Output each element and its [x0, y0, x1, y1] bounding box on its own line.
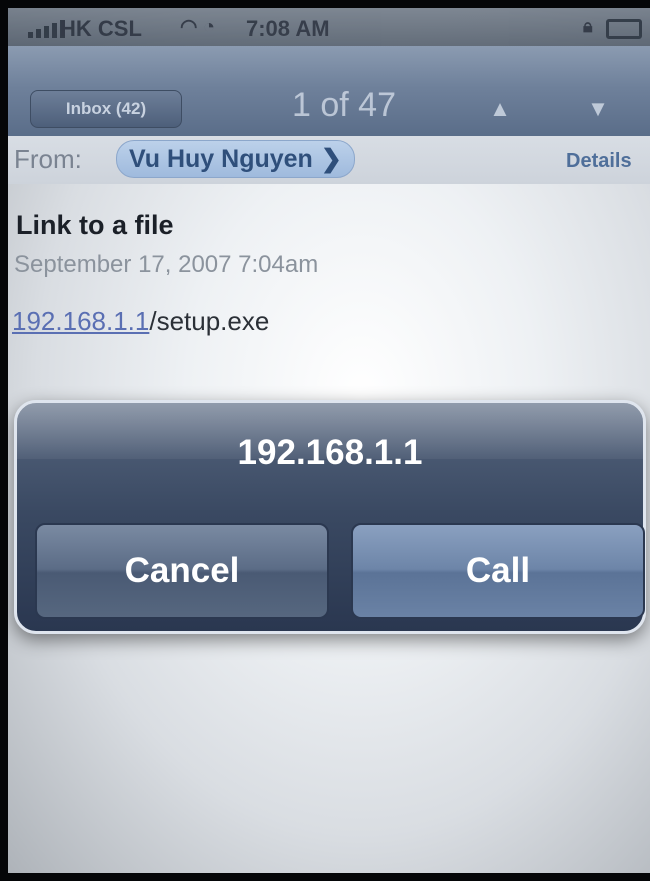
- battery-icon: [606, 19, 642, 39]
- message-body: 192.168.1.1/setup.exe: [12, 306, 269, 337]
- chevron-up-icon[interactable]: ▲: [478, 92, 522, 126]
- call-alert-dialog: 192.168.1.1 Cancel Call: [14, 400, 646, 634]
- iphone-screen: HK CSL ◠ ◔ 7:08 AM 🔒︎ Inbox (42) 1 of 47…: [8, 8, 650, 873]
- chevron-down-icon[interactable]: ▼: [576, 92, 620, 126]
- navigation-bar: Inbox (42) 1 of 47 ▲ ▼: [8, 46, 650, 137]
- ip-link[interactable]: 192.168.1.1: [12, 306, 149, 336]
- message-counter: 1 of 47: [292, 86, 396, 124]
- from-row: From: Vu Huy Nguyen ❯ Details: [8, 136, 650, 184]
- from-label: From:: [14, 144, 82, 174]
- status-time: 7:08 AM: [246, 16, 330, 41]
- sender-name: Vu Huy Nguyen: [129, 144, 313, 173]
- link-suffix: /setup.exe: [149, 306, 270, 336]
- message-date: September 17, 2007 7:04am: [14, 251, 319, 278]
- inbox-back-button[interactable]: Inbox (42): [30, 90, 182, 128]
- lock-icon: 🔒︎: [583, 16, 593, 36]
- alert-title: 192.168.1.1: [237, 433, 423, 472]
- wifi-icon: ◠ ◔: [180, 16, 216, 38]
- call-button[interactable]: Call: [351, 523, 645, 619]
- sender-chip[interactable]: Vu Huy Nguyen ❯: [116, 140, 355, 178]
- message-subject: Link to a file: [16, 210, 174, 240]
- details-button[interactable]: Details: [566, 150, 632, 173]
- status-bar: HK CSL ◠ ◔ 7:08 AM 🔒︎: [8, 8, 650, 46]
- carrier-name: HK CSL: [60, 16, 142, 41]
- cancel-button[interactable]: Cancel: [35, 523, 329, 619]
- chevron-right-icon: ❯: [320, 145, 342, 173]
